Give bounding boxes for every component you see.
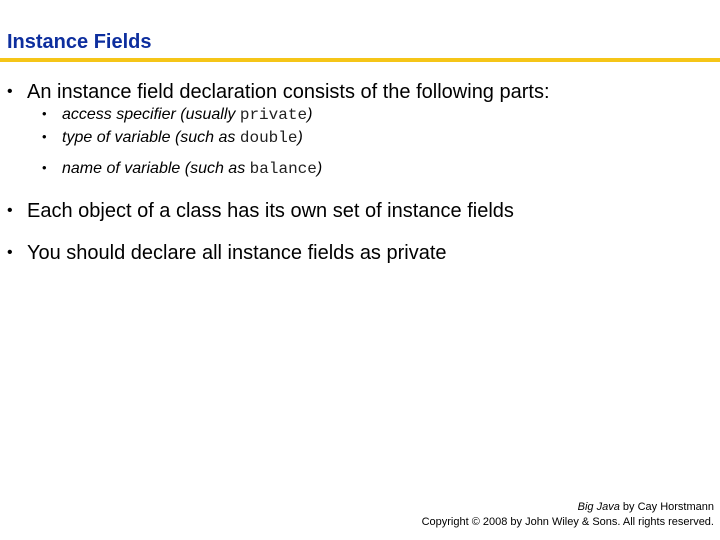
sub-bullet-suffix: ) xyxy=(297,129,303,146)
book-title: Big Java xyxy=(577,501,620,513)
bullet-item: • You should declare all instance fields … xyxy=(7,241,447,265)
sub-bullet-item: • type of variable (such as double) xyxy=(42,127,303,148)
book-credit: Big Java by Cay Horstmann xyxy=(422,500,714,515)
copyright-text: Copyright © 2008 by John Wiley & Sons. A… xyxy=(421,516,714,528)
bullet-text: You should declare all instance fields a… xyxy=(27,242,447,264)
bullet-icon: • xyxy=(7,202,13,219)
sub-bullet-suffix: ) xyxy=(307,106,313,123)
code-keyword: private xyxy=(239,106,308,124)
sub-bullet-item: • access specifier (usually private) xyxy=(42,104,312,125)
bullet-icon: • xyxy=(42,160,47,175)
sub-bullet-text: type of variable (such as xyxy=(62,129,240,146)
bullet-icon: • xyxy=(7,244,13,261)
code-keyword: double xyxy=(239,129,298,147)
bullet-item: • Each object of a class has its own set … xyxy=(7,199,514,223)
copyright-footer: Big Java by Cay Horstmann Copyright © 20… xyxy=(422,500,714,530)
sub-bullet-suffix: ) xyxy=(316,160,323,177)
sub-bullet-text: name of variable (such as xyxy=(62,160,250,177)
sub-bullet-item: • name of variable (such as balance) xyxy=(42,158,322,179)
sub-bullet-text: access specifier (usually xyxy=(62,106,240,123)
bullet-text: An instance field declaration consists o… xyxy=(27,81,550,103)
author-line: by Cay Horstmann xyxy=(619,501,714,513)
bullet-text: Each object of a class has its own set o… xyxy=(27,200,514,222)
title-underline-divider xyxy=(0,58,720,62)
bullet-icon: • xyxy=(7,83,13,100)
bullet-item: • An instance field declaration consists … xyxy=(7,80,550,104)
bullet-icon: • xyxy=(42,106,47,121)
code-keyword: balance xyxy=(249,160,317,178)
bullet-icon: • xyxy=(42,129,47,144)
slide-title: Instance Fields xyxy=(7,31,152,53)
